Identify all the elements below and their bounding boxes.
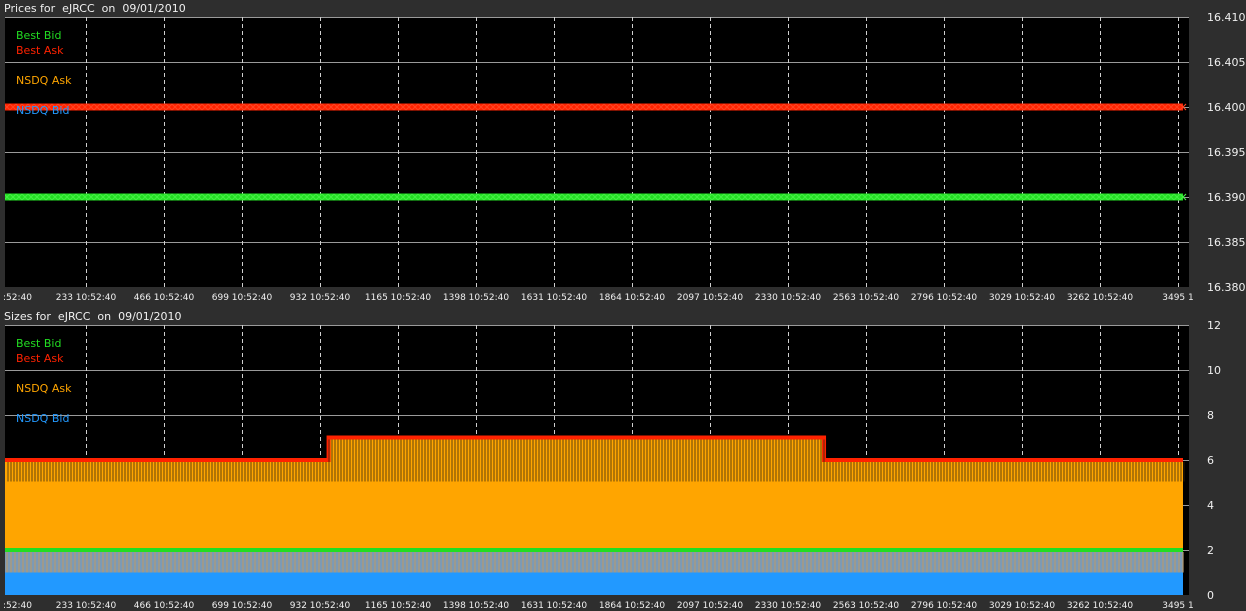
y-tick-label: 0: [1207, 589, 1214, 602]
bid-texture: [6, 552, 1184, 573]
x-tick-label: 2563 10:52:40: [833, 601, 899, 611]
x-tick-label: 233 10:52:40: [56, 601, 117, 611]
x-tick-label: 932 10:52:40: [290, 601, 351, 611]
x-tick-label: 3262 10:52:40: [1067, 293, 1133, 303]
x-tick-label: 3029 10:52:40: [989, 601, 1055, 611]
legend-nsdq-ask: NSDQ Ask: [16, 382, 72, 395]
sizes-plot-area[interactable]: Best Bid Best Ask NSDQ Ask NSDQ Bid: [5, 325, 1189, 596]
y-tick-label: 2: [1207, 544, 1214, 557]
x-tick-label: 1398 10:52:40: [443, 601, 509, 611]
prices-title: Prices for eJRCC on 09/01/2010: [4, 2, 186, 15]
x-tick-label: 2796 10:52:40: [911, 293, 977, 303]
prices-plot-area[interactable]: Best Bid Best Ask NSDQ Ask NSDQ Bid: [3, 17, 1189, 288]
x-tick-label: 2330 10:52:40: [755, 293, 821, 303]
y-tick-label: 16.405: [1207, 56, 1246, 69]
x-tick-label: :52:40: [3, 601, 32, 611]
y-tick-label: 16.395: [1207, 146, 1246, 159]
x-tick-label: 1631 10:52:40: [521, 293, 587, 303]
x-tick-label: 932 10:52:40: [290, 293, 351, 303]
prices-panel: Prices for eJRCC on 09/01/2010 Best Bid B…: [0, 0, 1246, 305]
legend-nsdq-bid: NSDQ Bid: [16, 412, 69, 425]
x-tick-label: 699 10:52:40: [212, 293, 273, 303]
x-tick-label: 1165 10:52:40: [365, 601, 431, 611]
y-tick-label: 16.410: [1207, 11, 1246, 24]
legend-best-ask: Best Ask: [16, 352, 64, 365]
x-tick-label: 1398 10:52:40: [443, 293, 509, 303]
x-tick-label: 2563 10:52:40: [833, 293, 899, 303]
x-tick-label: 1165 10:52:40: [365, 293, 431, 303]
x-tick-label: 2330 10:52:40: [755, 601, 821, 611]
x-tick-label: 2097 10:52:40: [677, 293, 743, 303]
x-tick-label: 2097 10:52:40: [677, 601, 743, 611]
x-tick-label: 3495 1: [1162, 293, 1194, 303]
y-tick-label: 16.380: [1207, 281, 1246, 294]
legend-best-bid: Best Bid: [16, 337, 61, 350]
x-tick-label: :52:40: [3, 293, 32, 303]
sizes-panel: Sizes for eJRCC on 09/01/2010 Best Bid Be…: [0, 308, 1246, 611]
y-tick-label: 4: [1207, 499, 1214, 512]
legend-nsdq-bid: NSDQ Bid: [16, 104, 69, 117]
legend-best-bid: Best Bid: [16, 29, 61, 42]
y-tick-label: 16.385: [1207, 236, 1246, 249]
y-tick-label: 12: [1207, 319, 1221, 332]
y-tick-label: 6: [1207, 454, 1214, 467]
prices-chart: Best Bid Best Ask NSDQ Ask NSDQ Bid: [3, 17, 1189, 288]
x-tick-label: 233 10:52:40: [56, 293, 117, 303]
y-tick-label: 10: [1207, 364, 1221, 377]
x-tick-label: 1631 10:52:40: [521, 601, 587, 611]
y-tick-label: 16.390: [1207, 191, 1246, 204]
y-tick-label: 16.400: [1207, 101, 1246, 114]
legend-nsdq-ask: NSDQ Ask: [16, 74, 72, 87]
x-tick-label: 1864 10:52:40: [599, 293, 665, 303]
x-tick-label: 3029 10:52:40: [989, 293, 1055, 303]
x-tick-label: 466 10:52:40: [134, 293, 195, 303]
x-tick-label: 3495 1: [1162, 601, 1194, 611]
x-tick-label: 3262 10:52:40: [1067, 601, 1133, 611]
x-tick-label: 1864 10:52:40: [599, 601, 665, 611]
area-nsdq-bid: [5, 572, 1183, 595]
sizes-chart: Best Bid Best Ask NSDQ Ask NSDQ Bid: [5, 325, 1189, 596]
x-tick-label: 699 10:52:40: [212, 601, 273, 611]
legend-best-ask: Best Ask: [16, 44, 64, 57]
x-tick-label: 466 10:52:40: [134, 601, 195, 611]
y-tick-label: 8: [1207, 409, 1214, 422]
x-tick-label: 2796 10:52:40: [911, 601, 977, 611]
sizes-title: Sizes for eJRCC on 09/01/2010: [4, 310, 182, 323]
